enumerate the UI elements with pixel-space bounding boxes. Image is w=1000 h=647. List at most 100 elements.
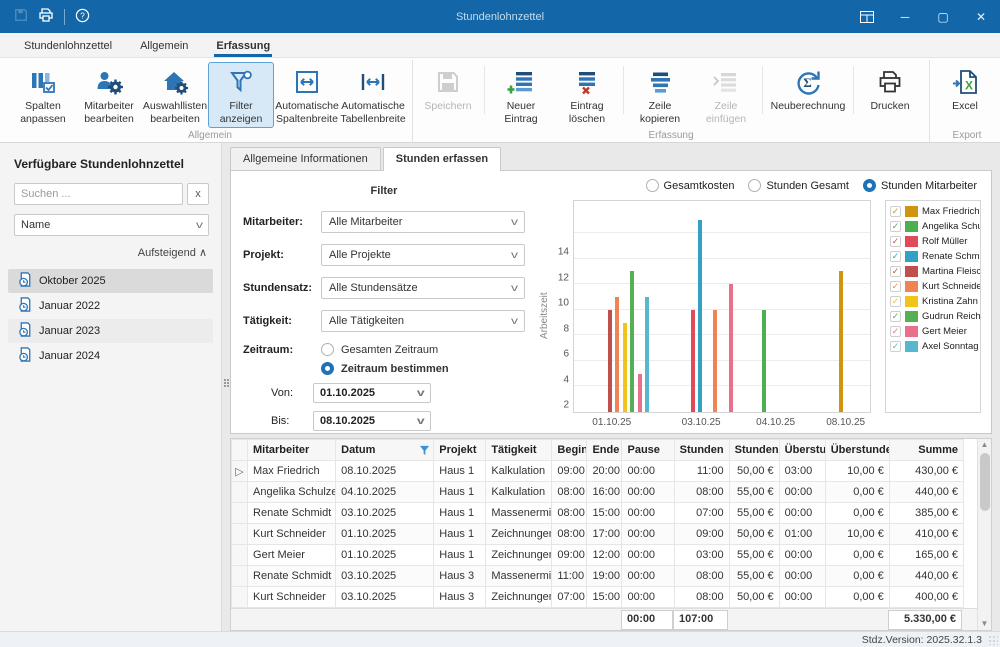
legend-swatch xyxy=(905,236,918,247)
legend-checkbox[interactable]: ✓ xyxy=(890,296,901,307)
table-row[interactable]: Kurt Schneider01.10.2025Haus 1Zeichnunge… xyxy=(232,524,964,545)
column-header[interactable] xyxy=(232,440,248,461)
print-icon[interactable] xyxy=(38,7,54,26)
timesheet-icon xyxy=(18,347,33,365)
column-header[interactable]: Überstu xyxy=(779,440,825,461)
column-header[interactable]: Stunden xyxy=(674,440,729,461)
radio-zeitraum-bestimmen[interactable] xyxy=(321,362,334,375)
chart-ylabel: Arbeitszeit xyxy=(539,200,553,431)
row-add-icon xyxy=(507,67,535,97)
chart-mode-radio[interactable]: Gesamtkosten xyxy=(646,179,735,192)
ribbon-button-automatische-tabellenbreite[interactable]: Automatische Tabellenbreite xyxy=(340,62,406,128)
ribbon-button-spalten-anpassen[interactable]: Spalten anpassen xyxy=(10,62,76,128)
tab-1[interactable]: Allgemeine Informationen xyxy=(230,147,381,171)
ribbon-button-drucken[interactable]: Drucken xyxy=(857,62,923,116)
tab-2[interactable]: Stunden erfassen xyxy=(383,147,501,171)
ribbon-group-label: Allgemein xyxy=(8,130,412,141)
minimize-button[interactable]: ─ xyxy=(886,0,924,33)
menu-tab-3[interactable]: Erfassung xyxy=(204,36,282,57)
column-header[interactable]: Tätigkeit xyxy=(486,440,552,461)
list-item[interactable]: Januar 2022 xyxy=(8,294,213,318)
legend-checkbox[interactable]: ✓ xyxy=(890,341,901,352)
table-row[interactable]: Renate Schmidt03.10.2025Haus 3Massenermi… xyxy=(232,566,964,587)
ribbon-button-mitarbeiter-bearbeiten[interactable]: Mitarbeiter bearbeiten xyxy=(76,62,142,128)
column-header[interactable]: Summe xyxy=(889,440,963,461)
titlebar-divider xyxy=(64,9,65,25)
list-item[interactable]: Januar 2023 xyxy=(8,319,213,343)
ribbon-button-excel[interactable]: XExcel xyxy=(932,62,998,116)
legend-checkbox[interactable]: ✓ xyxy=(890,221,901,232)
legend-checkbox[interactable]: ✓ xyxy=(890,251,901,262)
column-header[interactable]: Überstunde xyxy=(825,440,889,461)
filter-field-select[interactable]: Alle Mitarbeiterv xyxy=(321,211,525,233)
search-input[interactable]: Suchen ... xyxy=(14,183,183,205)
legend-checkbox[interactable]: ✓ xyxy=(890,311,901,322)
person-gear-icon xyxy=(95,67,123,97)
menu-tab-2[interactable]: Allgemein xyxy=(128,36,200,57)
column-header[interactable]: Ende xyxy=(587,440,622,461)
radio-gesamten-zeitraum[interactable] xyxy=(321,343,334,356)
data-grid: MitarbeiterDatumProjektTätigkeitBeginnEn… xyxy=(230,438,992,631)
von-date-select[interactable]: 01.10.2025v xyxy=(313,383,431,403)
table-row[interactable]: ▷Max Friedrich08.10.2025Haus 1Kalkulatio… xyxy=(232,461,964,482)
legend-checkbox[interactable]: ✓ xyxy=(890,266,901,277)
column-header[interactable]: Pause xyxy=(622,440,674,461)
chart-bar xyxy=(630,271,634,412)
ribbon-button-zeile-kopieren[interactable]: Zeile kopieren xyxy=(627,62,693,128)
save-quick-icon xyxy=(14,8,28,25)
table-row[interactable]: Angelika Schulze04.10.2025Haus 1Kalkulat… xyxy=(232,482,964,503)
legend-checkbox[interactable]: ✓ xyxy=(890,281,901,292)
sort-field-select[interactable]: Namev xyxy=(14,214,209,236)
legend-item: ✓Gudrun Reichelt xyxy=(890,311,976,322)
table-row[interactable]: Kurt Schneider03.10.2025Haus 3Zeichnunge… xyxy=(232,587,964,608)
scroll-down-icon[interactable]: ▼ xyxy=(978,618,991,630)
chart-bar xyxy=(608,310,612,412)
legend-item: ✓Angelika Schulze xyxy=(890,221,976,232)
maximize-button[interactable]: ▢ xyxy=(924,0,962,33)
sort-order-toggle[interactable]: Aufsteigend ∧ xyxy=(14,246,209,259)
legend-checkbox[interactable]: ✓ xyxy=(890,236,901,247)
legend-checkbox[interactable]: ✓ xyxy=(890,206,901,217)
filter-field-select[interactable]: Alle Projektev xyxy=(321,244,525,266)
bis-date-select[interactable]: 08.10.2025v xyxy=(313,411,431,431)
ribbon-button-neuer-eintrag[interactable]: Neuer Eintrag xyxy=(488,62,554,128)
column-header[interactable]: Stunden xyxy=(729,440,779,461)
legend-item: ✓Axel Sonntag xyxy=(890,341,976,352)
filter-field-select[interactable]: Alle Tätigkeitenv xyxy=(321,310,525,332)
help-icon[interactable]: ? xyxy=(75,8,90,26)
list-item[interactable]: Januar 2024 xyxy=(8,344,213,368)
close-button[interactable]: ✕ xyxy=(962,0,1000,33)
legend-checkbox[interactable]: ✓ xyxy=(890,326,901,337)
table-row[interactable]: Renate Schmidt03.10.2025Haus 1Massenermi… xyxy=(232,503,964,524)
scroll-up-icon[interactable]: ▲ xyxy=(978,439,991,451)
column-header[interactable]: Mitarbeiter xyxy=(248,440,336,461)
vertical-scroll-thumb[interactable] xyxy=(980,453,990,511)
legend-item: ✓Rolf Müller xyxy=(890,236,976,247)
ribbon-button-filter-anzeigen[interactable]: Filter anzeigen xyxy=(208,62,274,128)
x-tick-label: 01.10.25 xyxy=(592,417,631,428)
chart-mode-radio[interactable]: Stunden Mitarbeiter xyxy=(863,179,977,192)
ribbon-button-eintrag-loeschen[interactable]: Eintrag löschen xyxy=(554,62,620,128)
vertical-scrollbar[interactable]: ▲ ▼ xyxy=(977,439,991,630)
von-label: Von: xyxy=(271,387,313,399)
table-row[interactable]: Gert Meier01.10.2025Haus 1Zeichnungen09:… xyxy=(232,545,964,566)
zeitraum-label: Zeitraum: xyxy=(243,344,321,356)
legend-swatch xyxy=(905,296,918,307)
column-header[interactable]: Beginn xyxy=(552,440,587,461)
filter-field-select[interactable]: Alle Stundensätzev xyxy=(321,277,525,299)
menu-tab-1[interactable]: Stundenlohnzettel xyxy=(12,36,124,57)
chart-mode-radio[interactable]: Stunden Gesamt xyxy=(748,179,849,192)
column-filter-icon[interactable] xyxy=(419,445,430,459)
ribbon-button-automatische-spaltenbreite[interactable]: Automatische Spaltenbreite xyxy=(274,62,340,128)
column-header[interactable]: Projekt xyxy=(434,440,486,461)
resize-grip[interactable] xyxy=(988,635,998,645)
ribbon-button-auswahllisten-bearbeiten[interactable]: Auswahllisten bearbeiten xyxy=(142,62,208,128)
splitter-handle[interactable] xyxy=(223,375,230,391)
timesheet-icon xyxy=(18,272,33,290)
list-item[interactable]: Oktober 2025 xyxy=(8,269,213,293)
search-clear-button[interactable]: x xyxy=(187,183,209,205)
ribbon-options-icon[interactable] xyxy=(848,0,886,33)
column-header[interactable]: Datum xyxy=(336,440,434,461)
excel-icon: X xyxy=(951,67,979,97)
ribbon-button-neuberechnung[interactable]: ΣNeuberechnung xyxy=(766,62,850,116)
